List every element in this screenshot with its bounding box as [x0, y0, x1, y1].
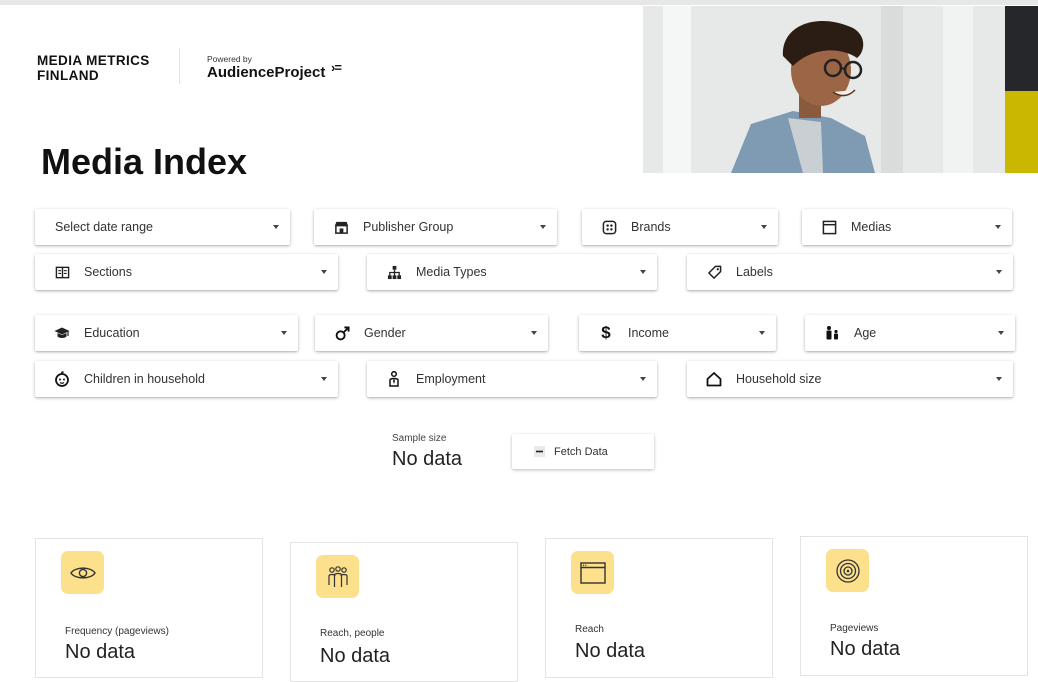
logo-line-2: FINLAND	[37, 68, 100, 83]
household-size-dropdown[interactable]: Household size	[687, 361, 1013, 397]
metric-card-reach-people: Reach, people No data	[290, 542, 518, 682]
gender-label: Gender	[364, 326, 406, 340]
chevron-down-icon	[640, 270, 646, 274]
publisher-group-label: Publisher Group	[363, 220, 454, 234]
house-icon	[706, 371, 722, 387]
chevron-down-icon	[540, 225, 546, 229]
male-symbol-icon	[334, 325, 350, 341]
card-value: No data	[830, 638, 901, 660]
eye-icon	[61, 551, 104, 594]
tag-icon	[706, 264, 722, 280]
audienceproject-mark: ›=	[331, 60, 342, 75]
chevron-down-icon	[640, 377, 646, 381]
age-dropdown[interactable]: Age	[805, 315, 1015, 351]
card-label: Pageviews	[830, 623, 879, 634]
card-label: Reach, people	[320, 628, 385, 639]
chevron-down-icon	[281, 331, 287, 335]
medias-label: Medias	[851, 220, 892, 234]
medias-dropdown[interactable]: Medias	[802, 209, 1012, 245]
brands-dropdown[interactable]: Brands	[582, 209, 778, 245]
sitemap-icon	[386, 264, 402, 280]
publisher-group-dropdown[interactable]: Publisher Group	[314, 209, 557, 245]
baby-face-icon	[54, 371, 70, 387]
chevron-down-icon	[321, 377, 327, 381]
adult-child-icon	[824, 325, 840, 341]
brands-label: Brands	[631, 220, 671, 234]
chevron-down-icon	[996, 270, 1002, 274]
children-dropdown[interactable]: Children in household	[35, 361, 338, 397]
income-label: Income	[628, 326, 669, 340]
income-dropdown[interactable]: $ Income	[579, 315, 776, 351]
sections-dropdown[interactable]: Sections	[35, 254, 338, 290]
date-range-label: Select date range	[55, 220, 153, 234]
chevron-down-icon	[321, 270, 327, 274]
logo-line-1: MEDIA METRICS	[37, 53, 150, 68]
card-value: No data	[320, 645, 391, 667]
brands-icon	[601, 219, 617, 235]
chevron-down-icon	[273, 225, 279, 229]
dollar-icon: $	[601, 323, 611, 342]
household-size-label: Household size	[736, 372, 822, 386]
header-divider	[179, 48, 180, 84]
storefront-icon	[333, 219, 349, 235]
fetch-data-button[interactable]: Fetch Data	[512, 434, 654, 469]
hero-stripe-dark	[1005, 6, 1038, 91]
chevron-down-icon	[998, 331, 1004, 335]
labels-dropdown[interactable]: Labels	[687, 254, 1013, 290]
media-metrics-logo: MEDIA METRICS FINLAND	[37, 53, 150, 83]
fetch-data-label: Fetch Data	[554, 445, 608, 458]
powered-by-label: Powered by	[207, 54, 252, 64]
browser-window-icon	[571, 551, 614, 594]
gender-dropdown[interactable]: Gender	[315, 315, 548, 351]
chevron-down-icon	[761, 225, 767, 229]
media-types-dropdown[interactable]: Media Types	[367, 254, 657, 290]
web-page-icon	[821, 219, 837, 235]
employment-dropdown[interactable]: Employment	[367, 361, 657, 397]
minus-icon	[534, 446, 545, 457]
employment-label: Employment	[416, 372, 486, 386]
card-label: Frequency (pageviews)	[65, 626, 169, 637]
top-border	[0, 0, 1038, 5]
card-value: No data	[575, 640, 646, 662]
chevron-down-icon	[531, 331, 537, 335]
sample-size-value: No data	[392, 448, 463, 470]
metric-card-pageviews: Pageviews No data	[800, 536, 1028, 676]
hero-person-illustration	[643, 6, 1005, 173]
chevron-down-icon	[759, 331, 765, 335]
hero-image	[643, 6, 1005, 173]
graduation-cap-icon	[54, 325, 70, 341]
sample-size-label: Sample size	[392, 433, 447, 444]
education-label: Education	[84, 326, 140, 340]
metric-card-frequency: Frequency (pageviews) No data	[35, 538, 263, 678]
children-label: Children in household	[84, 372, 205, 386]
worker-icon	[386, 371, 402, 387]
hero-stripe-yellow	[1005, 91, 1038, 173]
page-title: Media Index	[41, 141, 248, 182]
card-label: Reach	[575, 624, 604, 635]
education-dropdown[interactable]: Education	[35, 315, 298, 351]
card-value: No data	[65, 641, 136, 663]
people-icon	[316, 555, 359, 598]
labels-label: Labels	[736, 265, 773, 279]
book-icon	[54, 264, 70, 280]
sections-label: Sections	[84, 265, 132, 279]
age-label: Age	[854, 326, 877, 340]
chevron-down-icon	[996, 377, 1002, 381]
metric-card-reach: Reach No data	[545, 538, 773, 678]
target-icon	[826, 549, 869, 592]
chevron-down-icon	[995, 225, 1001, 229]
audienceproject-logo: AudienceProject	[207, 64, 326, 81]
date-range-dropdown[interactable]: Select date range	[35, 209, 290, 245]
media-types-label: Media Types	[416, 265, 487, 279]
